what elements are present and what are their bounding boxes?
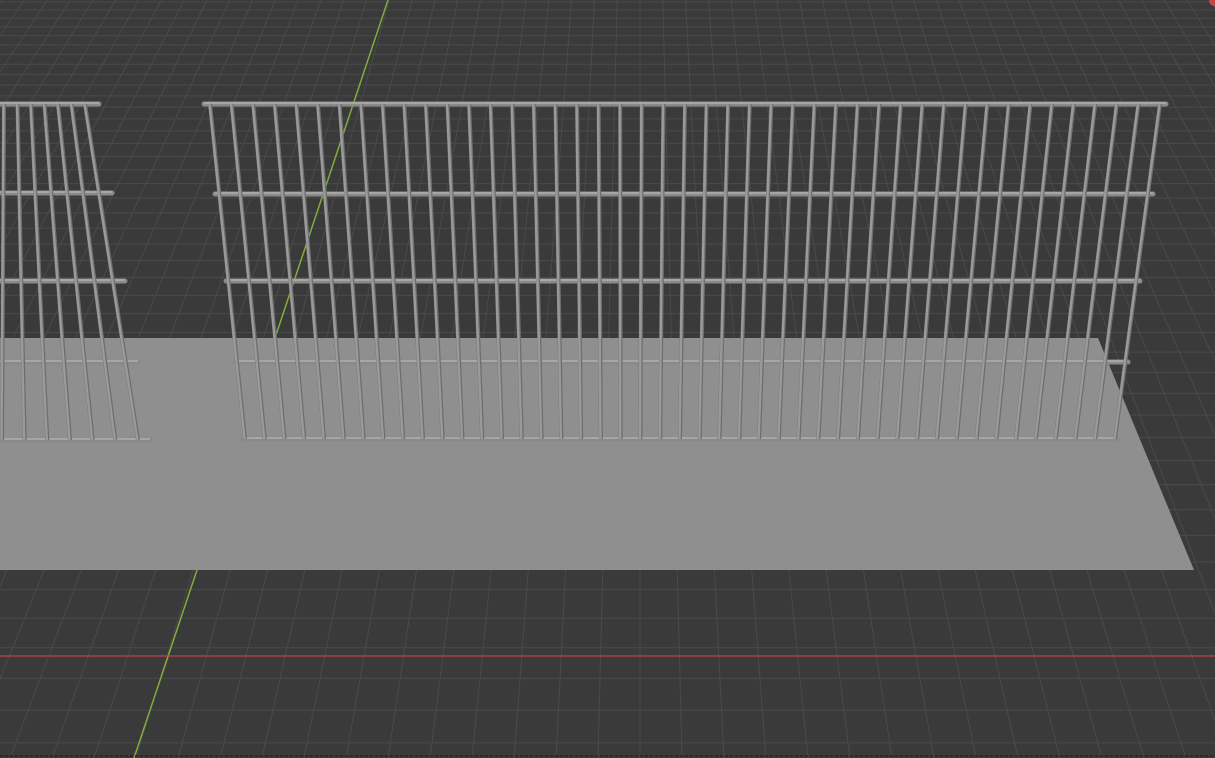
viewport-scene[interactable] [0,0,1215,758]
3d-viewport[interactable] [0,0,1215,758]
fence-bar-face [638,103,643,440]
ground-plane[interactable] [0,338,1194,570]
